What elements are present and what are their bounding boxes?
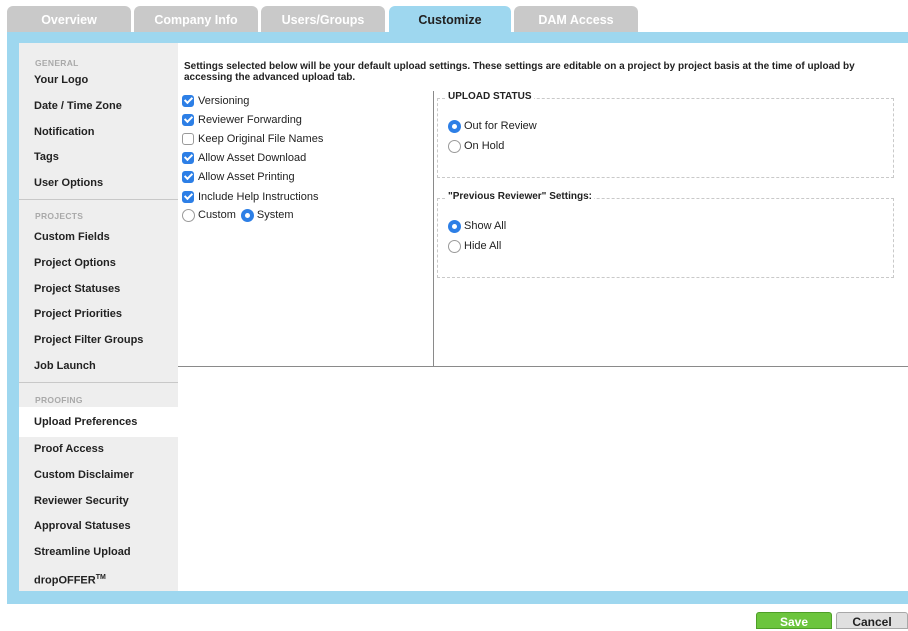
on-hold-option[interactable]: On Hold [448,138,504,154]
sidebar-item-project-filter-groups[interactable]: Project Filter Groups [19,327,178,353]
reviewer-forwarding-checkbox[interactable] [182,114,194,126]
sidebar-item-label: dropOFFER [34,574,96,587]
sidebar-header-projects: PROJECTS [35,211,84,221]
sidebar-item-custom-disclaimer[interactable]: Custom Disclaimer [19,462,178,488]
sidebar-item-project-options[interactable]: Project Options [19,250,178,276]
allow-asset-printing-checkbox[interactable] [182,171,194,183]
custom-radio-label: Custom [198,209,236,221]
include-help-instructions-checkbox[interactable] [182,191,194,203]
keep-original-file-names-option[interactable]: Keep Original File Names [182,131,323,147]
include-help-instructions-option[interactable]: Include Help Instructions [182,189,318,205]
system-radio[interactable] [240,208,254,222]
upload-preferences-content: Settings selected below will be your def… [178,43,908,591]
top-tab-bar: Overview Company Info Users/Groups Custo… [0,0,908,32]
option-label: Hide All [464,240,502,252]
sidebar-item-proof-access[interactable]: Proof Access [19,436,178,462]
option-label: Keep Original File Names [198,133,324,145]
column-divider [433,91,434,367]
keep-original-file-names-checkbox[interactable] [182,133,194,145]
hide-all-option[interactable]: Hide All [448,238,501,254]
upload-status-legend: UPLOAD STATUS [446,91,534,102]
option-label: Versioning [198,95,250,107]
sidebar-item-project-statuses[interactable]: Project Statuses [19,276,178,302]
previous-reviewer-legend: "Previous Reviewer" Settings: [446,191,594,202]
sidebar-item-job-launch[interactable]: Job Launch [19,353,178,379]
main-frame: GENERAL Your Logo Date / Time Zone Notif… [7,32,908,604]
allow-asset-download-option[interactable]: Allow Asset Download [182,150,306,166]
custom-radio[interactable] [182,208,195,222]
sidebar-item-date-time-zone[interactable]: Date / Time Zone [19,93,178,119]
help-mode-group: Custom System [182,207,294,223]
tab-dam-access[interactable]: DAM Access [514,6,638,32]
out-for-review-radio[interactable] [448,119,461,133]
tab-overview[interactable]: Overview [7,6,131,32]
option-label: Allow Asset Download [198,152,307,164]
sidebar-item-reviewer-security[interactable]: Reviewer Security [19,488,178,514]
sidebar-item-project-priorities[interactable]: Project Priorities [19,301,178,327]
option-label: Include Help Instructions [198,191,319,203]
on-hold-radio[interactable] [448,139,461,153]
tab-customize[interactable]: Customize [389,6,511,32]
show-all-radio[interactable] [448,219,461,233]
previous-reviewer-fieldset: "Previous Reviewer" Settings: Show All H… [437,191,894,278]
sidebar-header-proofing: PROOFING [35,395,83,405]
hide-all-radio[interactable] [448,239,461,253]
out-for-review-option[interactable]: Out for Review [448,118,537,134]
sidebar-divider [19,199,178,200]
option-label: Reviewer Forwarding [198,114,302,126]
sidebar-item-upload-preferences[interactable]: Upload Preferences [19,407,178,437]
reviewer-forwarding-option[interactable]: Reviewer Forwarding [182,112,302,128]
versioning-checkbox[interactable] [182,95,194,107]
intro-text: Settings selected below will be your def… [184,61,855,83]
versioning-option[interactable]: Versioning [182,93,249,109]
system-radio-label: System [256,209,294,221]
main-panel: GENERAL Your Logo Date / Time Zone Notif… [19,43,908,591]
trademark-mark: TM [95,574,106,581]
allow-asset-printing-option[interactable]: Allow Asset Printing [182,169,295,185]
allow-asset-download-checkbox[interactable] [182,152,194,164]
option-label: On Hold [464,140,505,152]
upload-status-fieldset: UPLOAD STATUS Out for Review On Hold [437,91,894,178]
sidebar-item-streamline-upload[interactable]: Streamline Upload [19,539,178,565]
tab-users-groups[interactable]: Users/Groups [261,6,385,32]
sidebar-item-custom-fields[interactable]: Custom Fields [19,224,178,250]
option-label: Out for Review [464,120,537,132]
sidebar: GENERAL Your Logo Date / Time Zone Notif… [19,43,178,591]
sidebar-item-dropoffer[interactable]: dropOFFERTM [19,565,178,591]
tab-company-info[interactable]: Company Info [134,6,258,32]
option-label: Show All [464,220,507,232]
save-button[interactable]: Save [756,612,832,629]
sidebar-divider [19,382,178,383]
sidebar-item-user-options[interactable]: User Options [19,170,178,196]
show-all-option[interactable]: Show All [448,218,506,234]
option-label: Allow Asset Printing [198,171,295,183]
sidebar-item-notification[interactable]: Notification [19,119,178,145]
sidebar-item-tags[interactable]: Tags [19,144,178,170]
sidebar-item-your-logo[interactable]: Your Logo [19,67,178,93]
sidebar-item-approval-statuses[interactable]: Approval Statuses [19,513,178,539]
cancel-button[interactable]: Cancel [836,612,908,629]
